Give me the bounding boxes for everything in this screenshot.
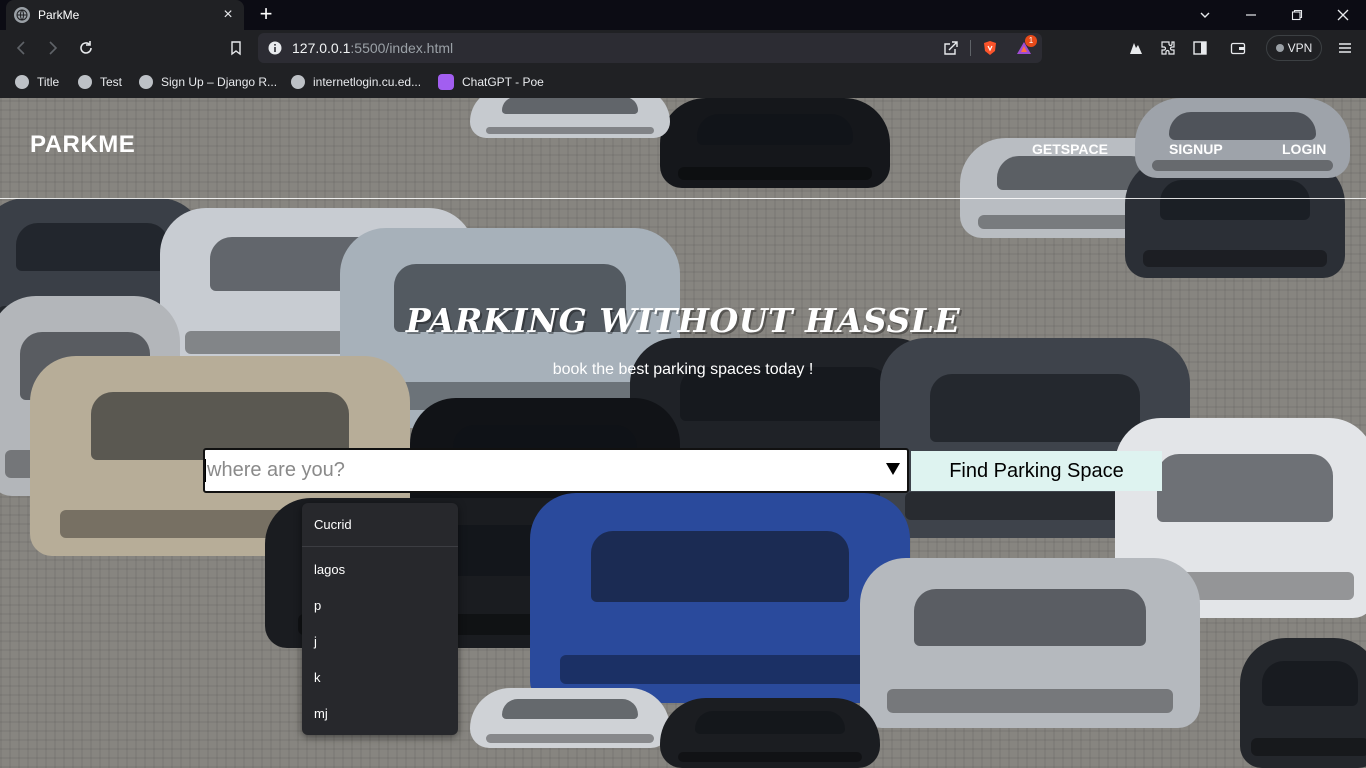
suggestion-item[interactable]: Cucrid bbox=[314, 517, 352, 532]
minimize-icon[interactable] bbox=[1228, 0, 1274, 30]
url-host: 127.0.0.1 bbox=[292, 40, 351, 56]
suggestion-item[interactable]: j bbox=[314, 634, 317, 649]
back-icon[interactable] bbox=[11, 38, 31, 58]
globe-icon bbox=[139, 75, 153, 89]
nav-signup[interactable]: SIGNUP bbox=[1169, 141, 1223, 157]
rewards-badge: 1 bbox=[1025, 35, 1037, 47]
extensions-icon[interactable] bbox=[1159, 39, 1177, 57]
suggestion-divider bbox=[302, 546, 458, 547]
url-divider bbox=[970, 40, 971, 56]
brave-rewards-icon[interactable]: 1 bbox=[1015, 35, 1037, 57]
wallet-icon[interactable] bbox=[1229, 39, 1247, 57]
hero-title: PARKING WITHOUT HASSLE bbox=[405, 301, 961, 340]
bookmark-item[interactable]: internetlogin.cu.ed... bbox=[291, 73, 421, 91]
reload-icon[interactable] bbox=[76, 38, 96, 58]
tab-search-icon[interactable] bbox=[1182, 0, 1228, 30]
bookmarks-bar: Title Test Sign Up – Django R... interne… bbox=[0, 66, 1366, 98]
find-parking-button[interactable]: Find Parking Space bbox=[911, 451, 1162, 491]
forward-icon[interactable] bbox=[43, 38, 63, 58]
site-header: PARKME GETSPACE SIGNUP LOGIN bbox=[0, 98, 1366, 199]
suggestion-item[interactable]: mj bbox=[314, 706, 328, 721]
info-icon[interactable] bbox=[266, 39, 284, 57]
close-window-icon[interactable] bbox=[1320, 0, 1366, 30]
vpn-status-icon bbox=[1275, 44, 1284, 52]
nav-getspace[interactable]: GETSPACE bbox=[1032, 141, 1108, 157]
bookmark-label: Sign Up – Django R... bbox=[161, 75, 278, 89]
bookmark-icon[interactable] bbox=[226, 38, 246, 58]
page-viewport: PARKME GETSPACE SIGNUP LOGIN PARKING WIT… bbox=[0, 98, 1366, 768]
dropdown-arrow-icon[interactable] bbox=[886, 462, 900, 476]
globe-icon bbox=[291, 75, 305, 89]
vpn-label: VPN bbox=[1287, 41, 1313, 55]
tab-title: ParkMe bbox=[38, 8, 80, 22]
url-path: :5500/index.html bbox=[350, 40, 454, 56]
suggestion-item[interactable]: k bbox=[314, 670, 321, 685]
bookmark-item[interactable]: Title bbox=[15, 73, 59, 91]
address-bar[interactable]: 127.0.0.1:5500/index.html 1 bbox=[258, 33, 1042, 63]
sidebar-icon[interactable] bbox=[1191, 39, 1209, 57]
browser-titlebar: ParkMe × + bbox=[0, 0, 1366, 30]
new-tab-icon[interactable]: + bbox=[256, 3, 276, 26]
leo-ai-icon[interactable] bbox=[1127, 39, 1145, 57]
poe-icon bbox=[438, 74, 454, 90]
browser-toolbar: 127.0.0.1:5500/index.html 1 VPN bbox=[0, 30, 1366, 66]
bookmark-label: internetlogin.cu.ed... bbox=[313, 75, 422, 89]
hero-subtitle: book the best parking spaces today ! bbox=[552, 361, 814, 378]
site-logo[interactable]: PARKME bbox=[30, 131, 135, 159]
bookmark-label: Title bbox=[37, 75, 60, 89]
globe-icon bbox=[14, 7, 30, 23]
location-search-box[interactable] bbox=[203, 448, 909, 493]
bookmark-item[interactable]: ChatGPT - Poe bbox=[438, 73, 544, 91]
bookmark-item[interactable]: Test bbox=[78, 73, 122, 91]
globe-icon bbox=[78, 75, 92, 89]
restore-icon[interactable] bbox=[1274, 0, 1320, 30]
browser-tab[interactable]: ParkMe × bbox=[6, 0, 244, 30]
menu-icon[interactable] bbox=[1336, 39, 1354, 57]
bookmark-item[interactable]: Sign Up – Django R... bbox=[139, 73, 277, 91]
bookmark-label: ChatGPT - Poe bbox=[462, 75, 544, 89]
globe-icon bbox=[15, 75, 29, 89]
brave-shields-icon[interactable] bbox=[981, 39, 999, 57]
suggestion-item[interactable]: lagos bbox=[314, 562, 345, 577]
share-icon[interactable] bbox=[942, 39, 960, 57]
location-search-input[interactable] bbox=[207, 450, 877, 491]
suggestion-item[interactable]: p bbox=[314, 598, 321, 613]
vpn-button[interactable]: VPN bbox=[1266, 35, 1322, 61]
location-suggestions-dropdown: Cucrid lagos p j k mj bbox=[302, 503, 458, 735]
bookmark-label: Test bbox=[100, 75, 123, 89]
close-tab-icon[interactable]: × bbox=[220, 7, 236, 23]
text-cursor bbox=[205, 459, 206, 482]
nav-login[interactable]: LOGIN bbox=[1282, 141, 1326, 157]
